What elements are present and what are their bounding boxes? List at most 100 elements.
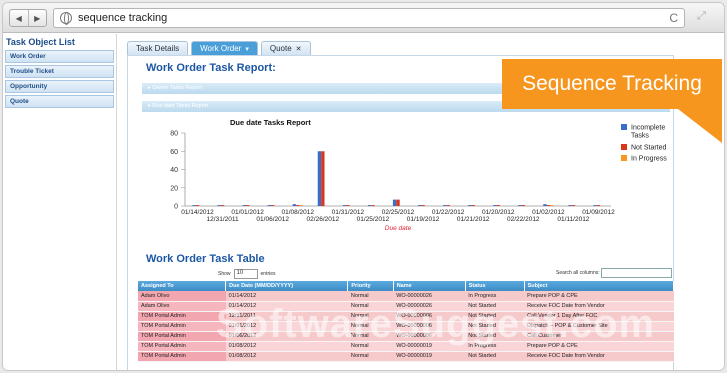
table-cell: 01/14/2012: [225, 291, 348, 302]
x-tick-label: 01/19/2012: [407, 216, 440, 223]
bar: [421, 205, 425, 206]
sidebar-item-quote[interactable]: Quote: [5, 95, 114, 108]
bar: [593, 205, 597, 206]
y-tick-label: 0: [174, 204, 178, 211]
bar: [245, 205, 250, 206]
column-header[interactable]: Status: [465, 281, 525, 291]
bar: [371, 205, 375, 206]
x-tick-label: 01/22/2012: [432, 209, 465, 216]
table-cell: TOM Portal Admin: [138, 331, 226, 342]
table-cell: Not Started: [465, 351, 525, 362]
sidebar-item-opportunity[interactable]: Opportunity: [5, 80, 114, 93]
table-cell: Adam Olivo: [138, 291, 226, 302]
legend-label: Incomplete Tasks: [631, 125, 665, 140]
sidebar-item-trouble-ticket[interactable]: Trouble Ticket: [5, 65, 114, 78]
bar: [367, 205, 372, 206]
bar: [392, 199, 397, 206]
column-header[interactable]: Name: [393, 281, 466, 291]
x-tick-label: 01/06/2012: [256, 216, 289, 223]
y-tick-label: 60: [170, 149, 178, 156]
entries-label: entries: [260, 271, 276, 277]
table-cell: Normal: [347, 351, 394, 362]
y-tick-label: 40: [170, 167, 178, 174]
table-cell: Prepare POP & CPE: [524, 291, 674, 302]
y-tick-label: 20: [170, 185, 178, 192]
x-tick-label: 01/01/2012: [231, 209, 264, 216]
column-header[interactable]: Subject: [524, 281, 675, 291]
x-tick-label: 01/09/2012: [582, 209, 615, 216]
bar: [568, 205, 572, 206]
bar: [396, 199, 400, 206]
x-tick-label: 01/21/2012: [457, 216, 490, 223]
table-row[interactable]: Adam Olivo 01/14/2012 Normal WO-00000026 In …: [138, 291, 674, 302]
x-tick-label: 01/14/2012: [181, 209, 214, 216]
tab-task-details[interactable]: Task Details: [127, 41, 189, 55]
bar: [521, 205, 525, 206]
legend-label: In Progress: [631, 156, 667, 163]
sidebar-title: Task Object List: [6, 37, 75, 47]
bar: [195, 205, 200, 206]
bar: [299, 205, 303, 206]
back-icon[interactable]: ◀: [10, 10, 28, 26]
table-cell: Receive FOC Date from Vendor: [524, 351, 674, 362]
tab-bar: Task Details Work Order ▾ Quote ✕: [127, 41, 311, 55]
table-cell: 01/08/2012: [225, 351, 348, 362]
bar: [546, 205, 551, 206]
bar: [518, 205, 522, 206]
globe-icon: [60, 12, 72, 25]
table-header-row: Assigned To Due Date (MM/DD/YYYY) Priority…: [138, 281, 675, 291]
bar: [321, 151, 325, 206]
legend-swatch: [621, 144, 627, 150]
table-cell: In Progress: [465, 291, 525, 302]
search-input[interactable]: [601, 268, 672, 278]
bar: [317, 151, 322, 206]
address-text: sequence tracking: [78, 12, 168, 24]
bar: [496, 205, 500, 206]
tab-label: Work Order: [200, 44, 242, 53]
bar: [417, 205, 422, 206]
tab-quote[interactable]: Quote ✕: [260, 41, 311, 55]
bar: [550, 205, 554, 206]
bar: [220, 205, 225, 206]
nav-buttons: ◀ ▶: [9, 9, 47, 27]
x-tick-label: 12/31/2011: [207, 216, 239, 223]
bar: [267, 205, 272, 206]
address-bar[interactable]: sequence tracking C: [53, 8, 685, 28]
legend-swatch: [621, 155, 627, 161]
expand-icon[interactable]: ⤢: [697, 10, 706, 23]
reload-icon[interactable]: C: [669, 11, 678, 25]
tab-work-order[interactable]: Work Order ▾: [191, 41, 258, 55]
x-tick-label: 01/20/2012: [482, 209, 515, 216]
page-size-control: Show 10 entries: [218, 269, 276, 279]
column-header[interactable]: Due Date (MM/DD/YYYY): [225, 281, 349, 291]
page-size-select[interactable]: 10: [233, 269, 258, 279]
x-axis-label: Due date: [385, 225, 412, 232]
table-cell: TOM Portal Admin: [138, 311, 226, 322]
close-icon[interactable]: ✕: [296, 46, 302, 53]
table-cell: TOM Portal Admin: [138, 321, 226, 332]
column-header[interactable]: Assigned To: [138, 281, 227, 291]
banner-tail: [678, 109, 722, 143]
forward-icon[interactable]: ▶: [27, 10, 47, 26]
bar: [296, 205, 300, 206]
tab-menu-icon[interactable]: ▾: [245, 46, 249, 53]
bar: [543, 204, 547, 206]
bar: [443, 205, 447, 206]
table-cell: WO-00000026: [393, 291, 466, 302]
column-header[interactable]: Priority: [347, 281, 394, 291]
table-cell: Normal: [347, 291, 394, 302]
bar: [271, 205, 275, 206]
sidebar-item-work-order[interactable]: Work Order: [5, 50, 114, 63]
table-cell: TOM Portal Admin: [138, 341, 226, 352]
x-tick-label: 02/26/2012: [307, 216, 340, 223]
table-row[interactable]: TOM Portal Admin 01/08/2012 Normal WO-00000…: [138, 351, 674, 362]
bar: [242, 205, 246, 206]
y-tick-label: 80: [170, 131, 178, 138]
legend-label: Not Started: [631, 145, 667, 152]
watermark: SoftwareSuggest.com: [216, 302, 656, 346]
bar: [596, 205, 601, 206]
due-date-chart: Due date Tasks Report 0 20 40 60 80 01/14/2012…: [170, 118, 667, 232]
bar: [292, 204, 297, 206]
x-tick-label: 01/31/2012: [332, 209, 365, 216]
x-tick-label: 01/08/2012: [281, 209, 314, 216]
